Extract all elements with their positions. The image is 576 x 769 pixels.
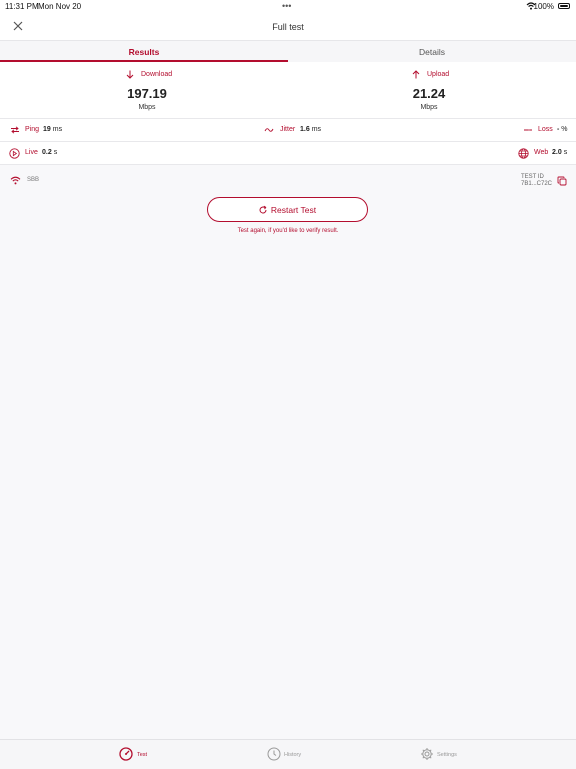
loss-value: - % bbox=[557, 126, 568, 133]
gear-icon bbox=[420, 747, 434, 761]
ping-label: Ping bbox=[25, 126, 40, 133]
status-time: 11:31 PM bbox=[5, 2, 39, 11]
multitasking-dots-icon[interactable]: ••• bbox=[282, 1, 291, 11]
arrow-up-icon bbox=[412, 70, 420, 79]
copy-icon[interactable] bbox=[557, 176, 567, 186]
tab-bar: Results Details bbox=[0, 40, 576, 63]
loss-icon bbox=[523, 126, 533, 134]
jitter-value: 1.6 ms bbox=[300, 126, 322, 133]
wifi-icon bbox=[10, 176, 21, 185]
clock-icon bbox=[267, 747, 281, 761]
battery-icon bbox=[558, 3, 570, 9]
ping-value: 19 ms bbox=[43, 126, 63, 133]
status-bar: 11:31 PM Mon Nov 20 ••• 100% bbox=[0, 0, 576, 14]
arrow-down-icon bbox=[126, 70, 134, 79]
nav-history-label: History bbox=[284, 752, 302, 758]
download-value: 197.19 bbox=[127, 86, 167, 101]
download-unit: Mbps bbox=[138, 104, 156, 111]
upload-label: Upload bbox=[427, 71, 450, 78]
network-name: SBB bbox=[27, 177, 40, 183]
upload-unit: Mbps bbox=[420, 104, 438, 111]
battery-percent: 100% bbox=[533, 2, 554, 11]
restart-hint: Test again, if you'd like to verify resu… bbox=[237, 228, 339, 234]
nav-test-label: Test bbox=[137, 752, 148, 758]
loss-label: Loss bbox=[538, 126, 553, 133]
speedometer-icon bbox=[119, 747, 133, 761]
bottom-nav: Test History Settings bbox=[0, 739, 576, 769]
header: Full test bbox=[0, 14, 576, 40]
download-label: Download bbox=[141, 71, 173, 78]
live-value: 0.2 s bbox=[42, 149, 58, 156]
tab-results[interactable]: Results bbox=[0, 47, 288, 57]
jitter-label: Jitter bbox=[280, 126, 296, 133]
restart-test-label: Restart Test bbox=[270, 205, 317, 215]
status-date: Mon Nov 20 bbox=[38, 2, 82, 11]
live-label: Live bbox=[25, 149, 38, 156]
latency-row: Ping 19 ms Jitter 1.6 ms Loss - % bbox=[0, 119, 576, 142]
web-value: 2.0 s bbox=[552, 149, 568, 156]
upload-value: 21.24 bbox=[412, 86, 446, 101]
ping-icon bbox=[10, 126, 20, 134]
globe-icon bbox=[518, 148, 529, 159]
test-id-label: TEST ID bbox=[521, 174, 544, 180]
restart-test-button[interactable]: Restart Test bbox=[207, 197, 368, 222]
network-info: SBB TEST ID 7B1...C72C bbox=[0, 167, 576, 191]
page-title: Full test bbox=[272, 22, 304, 32]
jitter-icon bbox=[264, 126, 274, 134]
nav-settings-label: Settings bbox=[437, 752, 457, 758]
play-circle-icon bbox=[9, 148, 20, 159]
test-id-value: 7B1...C72C bbox=[521, 181, 553, 187]
responsiveness-row: Live 0.2 s Web 2.0 s bbox=[0, 142, 576, 165]
speed-results: Download 197.19 Mbps Upload 21.24 Mbps bbox=[0, 62, 576, 119]
web-label: Web bbox=[534, 149, 549, 156]
tab-details[interactable]: Details bbox=[288, 47, 576, 57]
